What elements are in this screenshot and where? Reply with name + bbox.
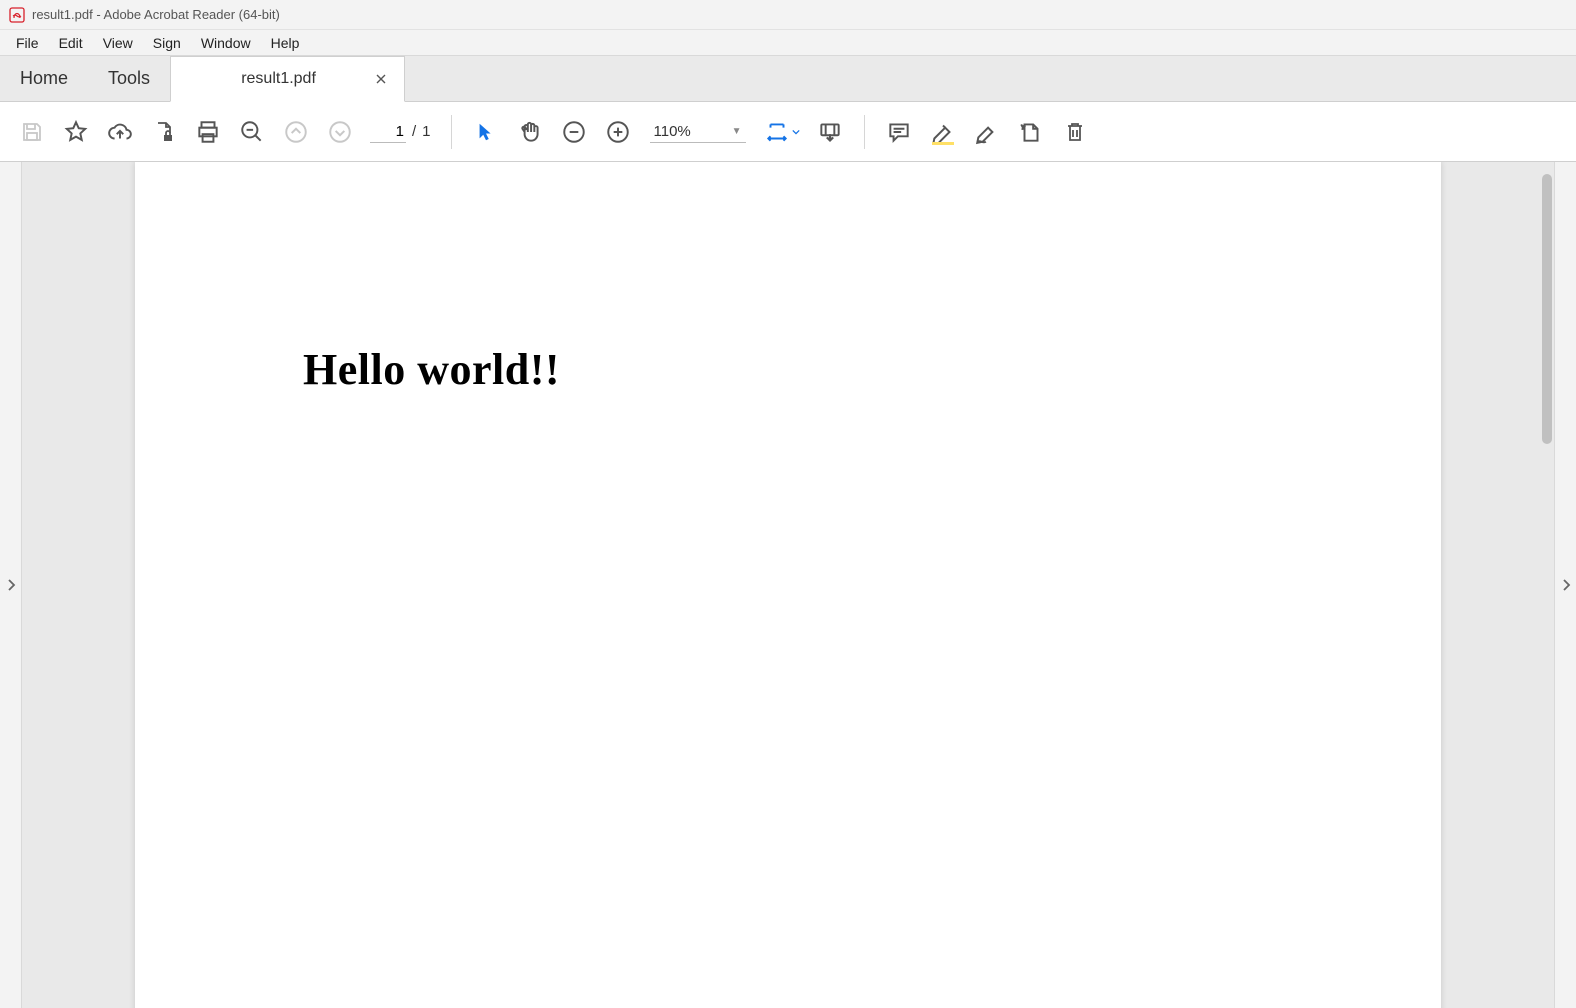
highlight-icon[interactable] xyxy=(923,112,963,152)
file-lock-icon[interactable] xyxy=(144,112,184,152)
page-navigation: / 1 xyxy=(370,121,431,143)
window-title: result1.pdf - Adobe Acrobat Reader (64-b… xyxy=(32,7,280,22)
acrobat-icon xyxy=(8,6,26,24)
tab-document[interactable]: result1.pdf xyxy=(170,56,405,102)
rotate-page-icon[interactable] xyxy=(1011,112,1051,152)
separator xyxy=(451,115,452,149)
toolbar: / 1 110% ▼ xyxy=(0,102,1576,162)
comment-icon[interactable] xyxy=(879,112,919,152)
selection-tool-icon[interactable] xyxy=(466,112,506,152)
menu-view[interactable]: View xyxy=(93,33,143,53)
left-panel-expand-button[interactable] xyxy=(0,162,22,1008)
menu-window[interactable]: Window xyxy=(191,33,261,53)
page-total: 1 xyxy=(422,123,430,140)
save-icon[interactable] xyxy=(12,112,52,152)
menu-sign[interactable]: Sign xyxy=(143,33,191,53)
right-panel-expand-button[interactable] xyxy=(1554,162,1576,1008)
print-icon[interactable] xyxy=(188,112,228,152)
cloud-upload-icon[interactable] xyxy=(100,112,140,152)
zoom-value: 110% xyxy=(654,123,691,140)
titlebar: result1.pdf - Adobe Acrobat Reader (64-b… xyxy=(0,0,1576,30)
tab-home[interactable]: Home xyxy=(0,56,88,101)
chevron-down-icon: ▼ xyxy=(732,126,742,137)
find-icon[interactable] xyxy=(232,112,272,152)
zoom-out-icon[interactable] xyxy=(554,112,594,152)
page-up-icon[interactable] xyxy=(276,112,316,152)
work-area: Hello world!! xyxy=(0,162,1576,1008)
fit-width-icon[interactable] xyxy=(758,112,806,152)
read-mode-icon[interactable] xyxy=(810,112,850,152)
page-separator: / xyxy=(412,123,416,140)
zoom-in-icon[interactable] xyxy=(598,112,638,152)
scrollbar-thumb[interactable] xyxy=(1542,174,1552,444)
star-icon[interactable] xyxy=(56,112,96,152)
draw-icon[interactable] xyxy=(967,112,1007,152)
page-down-icon[interactable] xyxy=(320,112,360,152)
tab-strip: Home Tools result1.pdf xyxy=(0,56,1576,102)
tab-document-label: result1.pdf xyxy=(185,70,372,88)
menubar: File Edit View Sign Window Help xyxy=(0,30,1576,56)
menu-help[interactable]: Help xyxy=(261,33,310,53)
zoom-select[interactable]: 110% ▼ xyxy=(650,121,746,143)
separator xyxy=(864,115,865,149)
hand-tool-icon[interactable] xyxy=(510,112,550,152)
document-heading: Hello world!! xyxy=(135,162,1441,395)
page: Hello world!! xyxy=(135,162,1441,1008)
menu-edit[interactable]: Edit xyxy=(49,33,93,53)
delete-icon[interactable] xyxy=(1055,112,1095,152)
tab-close-button[interactable] xyxy=(372,72,390,86)
document-viewport[interactable]: Hello world!! xyxy=(22,162,1554,1008)
menu-file[interactable]: File xyxy=(6,33,49,53)
tab-tools[interactable]: Tools xyxy=(88,56,170,101)
page-number-input[interactable] xyxy=(370,121,406,143)
